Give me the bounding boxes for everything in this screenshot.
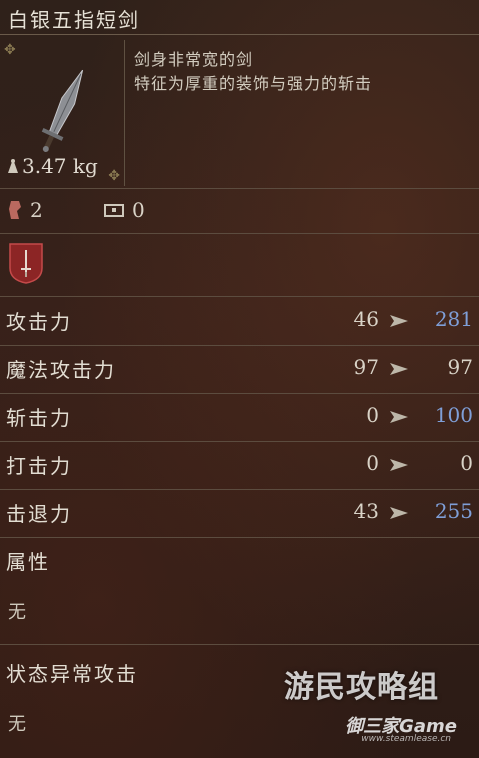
arrow-icon bbox=[390, 315, 408, 327]
strength-icon bbox=[9, 201, 21, 219]
requirement-value: 0 bbox=[132, 198, 145, 222]
stat-value: 0 bbox=[460, 451, 473, 475]
stat-value: 281 bbox=[434, 307, 473, 331]
divider bbox=[0, 233, 479, 234]
attribute-value: 无 bbox=[8, 602, 26, 623]
status-attack-value: 无 bbox=[8, 714, 26, 735]
stat-base-value: 43 bbox=[353, 499, 379, 523]
arrow-icon bbox=[390, 411, 408, 423]
stat-row-knockback: 击退力 43 255 bbox=[0, 490, 479, 538]
divider bbox=[0, 188, 479, 189]
stat-value: 97 bbox=[447, 355, 473, 379]
weight-icon bbox=[8, 159, 18, 173]
stat-row-strike: 打击力 0 0 bbox=[0, 442, 479, 490]
requirement-strength: 2 bbox=[8, 198, 43, 222]
stat-row-slash: 斩击力 0 100 bbox=[0, 394, 479, 442]
requirement-other: 0 bbox=[104, 198, 145, 222]
divider bbox=[0, 644, 479, 645]
stat-row-magic-attack: 魔法攻击力 97 97 bbox=[0, 346, 479, 394]
stat-base-value: 97 bbox=[353, 355, 379, 379]
description-line: 特征为厚重的装饰与强力的斩击 bbox=[134, 74, 373, 93]
status-attack-label: 状态异常攻击 bbox=[6, 662, 138, 686]
description-line: 剑身非常宽的剑 bbox=[134, 50, 254, 69]
divider bbox=[0, 296, 479, 297]
stat-label: 魔法攻击力 bbox=[6, 358, 116, 382]
stat-row-attack: 攻击力 46 281 bbox=[0, 298, 479, 346]
stat-label: 打击力 bbox=[6, 454, 72, 478]
stat-base-value: 46 bbox=[353, 307, 379, 331]
chest-icon bbox=[104, 204, 124, 217]
arrow-icon bbox=[390, 459, 408, 471]
stat-value: 255 bbox=[434, 499, 473, 523]
stat-base-value: 0 bbox=[366, 403, 379, 427]
item-detail-panel: 白银五指短剑 ✥ ✥ 剑身非常宽的剑 特征为厚重的装饰与强力的斩击 3.47 k… bbox=[0, 0, 479, 758]
watermark-logo: 游民攻略组 bbox=[284, 670, 439, 705]
attribute-label: 属性 bbox=[6, 550, 50, 574]
weight-readout: 3.47 kg bbox=[6, 154, 98, 178]
stat-base-value: 0 bbox=[366, 451, 379, 475]
stat-label: 斩击力 bbox=[6, 406, 72, 430]
weight-value: 3.47 kg bbox=[22, 154, 98, 178]
weapon-class-icon bbox=[9, 243, 43, 284]
divider bbox=[0, 34, 479, 35]
arrow-icon bbox=[390, 507, 408, 519]
arrow-icon bbox=[390, 363, 408, 375]
divider bbox=[0, 537, 479, 538]
requirement-value: 2 bbox=[30, 198, 43, 222]
stat-label: 击退力 bbox=[6, 502, 72, 526]
item-name: 白银五指短剑 bbox=[8, 8, 140, 32]
stat-label: 攻击力 bbox=[6, 310, 72, 334]
watermark-url: www.steamlease.cn bbox=[361, 734, 451, 744]
stat-value: 100 bbox=[434, 403, 473, 427]
item-description: 剑身非常宽的剑 特征为厚重的装饰与强力的斩击 bbox=[134, 48, 372, 96]
